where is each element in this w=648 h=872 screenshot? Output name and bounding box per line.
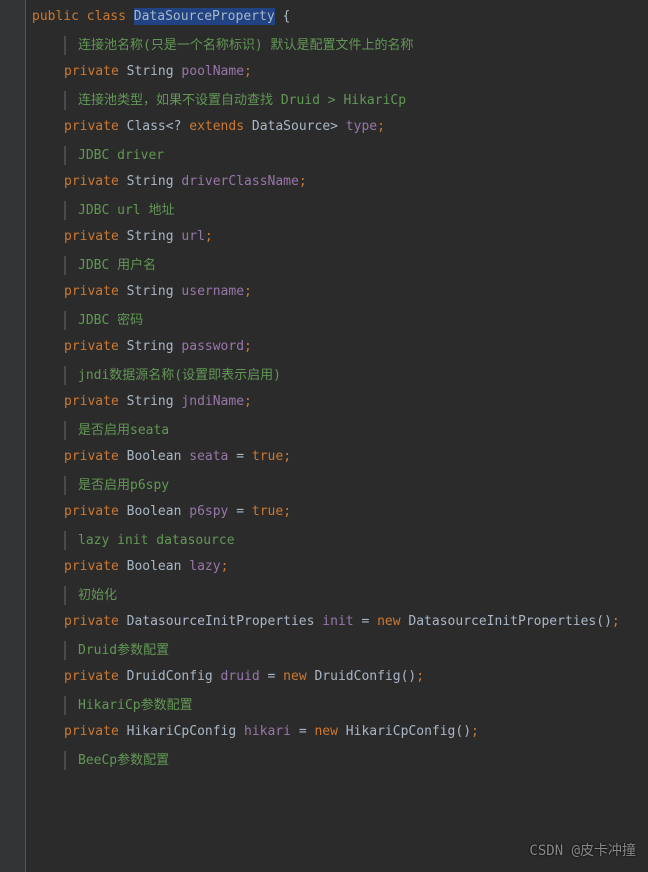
javadoc-comment: 是否启用seata <box>64 421 648 441</box>
javadoc-comment: 初始化 <box>64 586 648 606</box>
javadoc-comment: Druid参数配置 <box>64 641 648 661</box>
javadoc-comment: JDBC driver <box>64 146 648 166</box>
field-declaration: private HikariCpConfig hikari = new Hika… <box>64 721 648 743</box>
field-declaration: private Boolean p6spy = true; <box>64 501 648 523</box>
javadoc-comment: JDBC 用户名 <box>64 256 648 276</box>
field-declaration: private String username; <box>64 281 648 303</box>
field-declaration: private String url; <box>64 226 648 248</box>
code-editor[interactable]: public class DataSourceProperty { 连接池名称(… <box>0 0 648 770</box>
field-declaration: private String driverClassName; <box>64 171 648 193</box>
javadoc-comment: JDBC url 地址 <box>64 201 648 221</box>
class-name-highlighted: DataSourceProperty <box>134 8 275 25</box>
field-declaration: private Boolean lazy; <box>64 556 648 578</box>
class-declaration: public class DataSourceProperty { <box>32 6 648 28</box>
javadoc-comment: BeeCp参数配置 <box>64 751 648 771</box>
javadoc-comment: jndi数据源名称(设置即表示启用) <box>64 366 648 386</box>
field-declaration: private String poolName; <box>64 61 648 83</box>
field-declaration: private String jndiName; <box>64 391 648 413</box>
javadoc-comment: HikariCp参数配置 <box>64 696 648 716</box>
field-declaration: private DatasourceInitProperties init = … <box>64 611 648 633</box>
javadoc-comment: JDBC 密码 <box>64 311 648 331</box>
field-declaration: private Class<? extends DataSource> type… <box>64 116 648 138</box>
javadoc-comment: lazy init datasource <box>64 531 648 551</box>
field-declaration: private Boolean seata = true; <box>64 446 648 468</box>
javadoc-comment: 是否启用p6spy <box>64 476 648 496</box>
field-declaration: private String password; <box>64 336 648 358</box>
gutter <box>0 0 26 872</box>
field-declaration: private DruidConfig druid = new DruidCon… <box>64 666 648 688</box>
javadoc-comment: 连接池类型，如果不设置自动查找 Druid > HikariCp <box>64 91 648 111</box>
watermark: CSDN @皮卡冲撞 <box>529 841 636 862</box>
javadoc-comment: 连接池名称(只是一个名称标识) 默认是配置文件上的名称 <box>64 36 648 56</box>
